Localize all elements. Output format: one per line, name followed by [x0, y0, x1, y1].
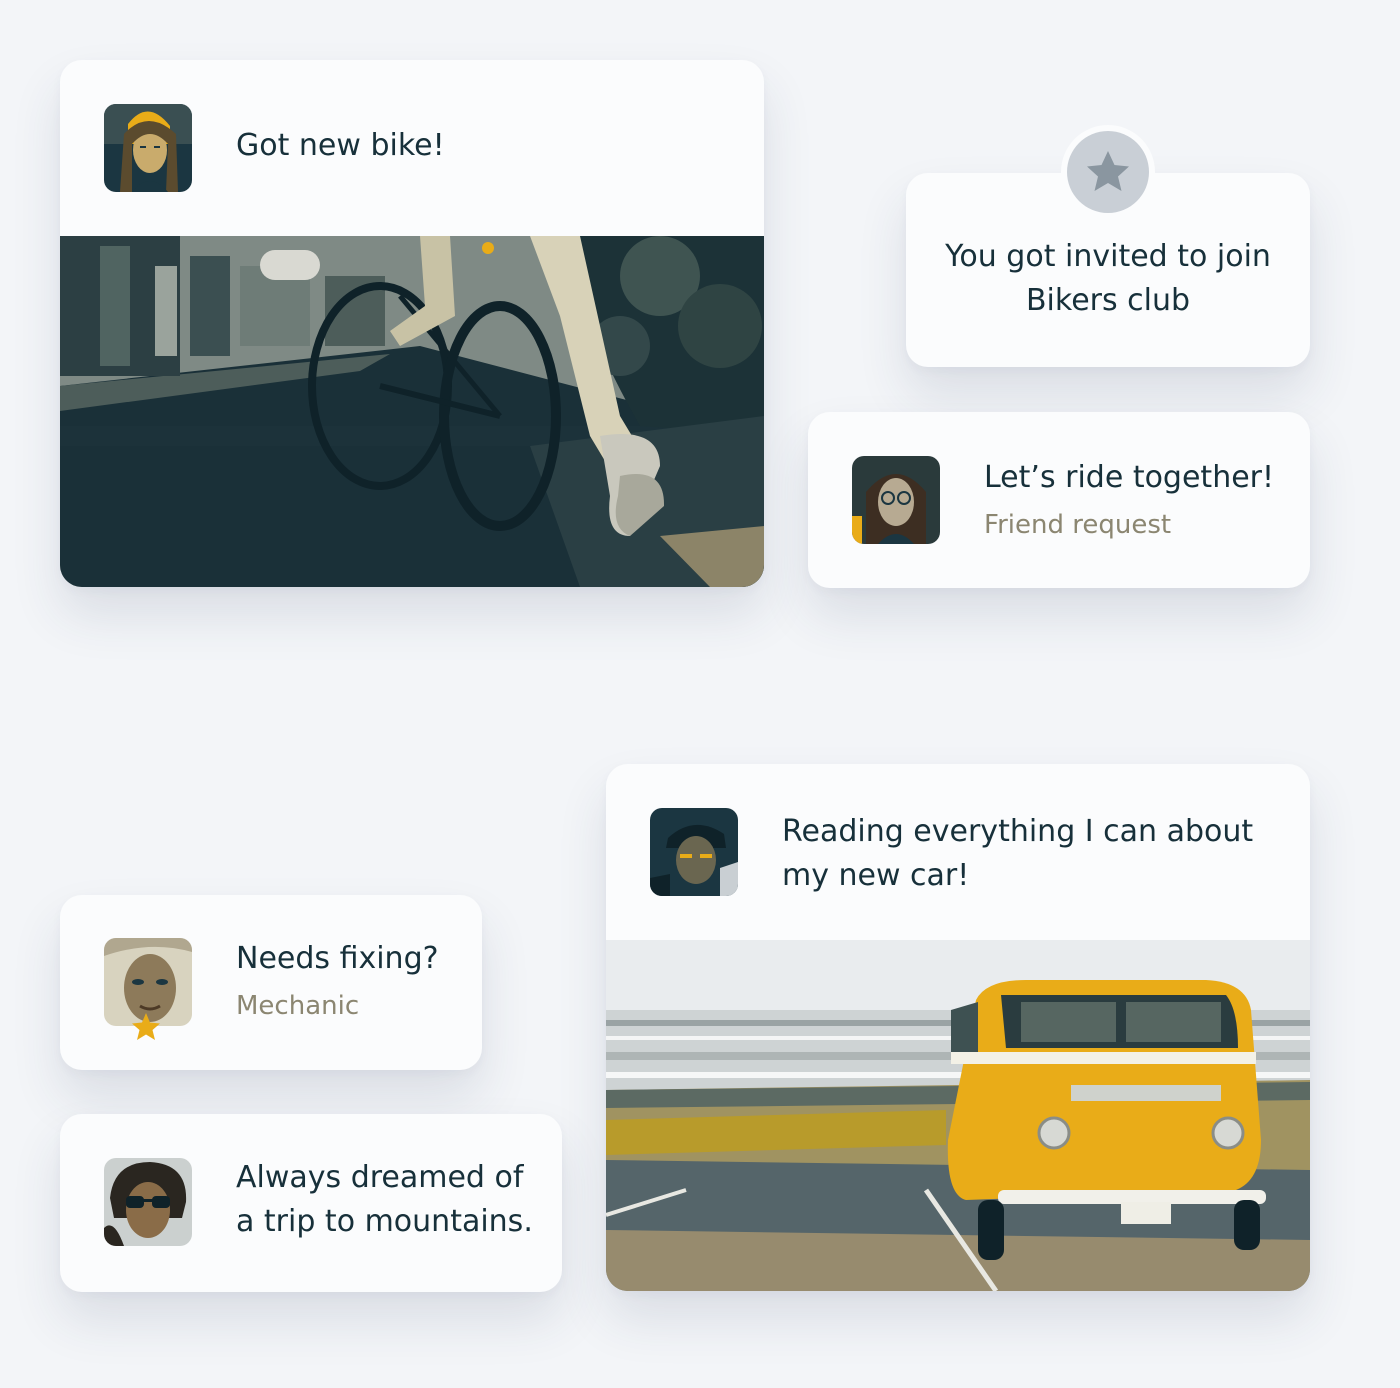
invite-badge — [1061, 125, 1155, 219]
avatar-man-cap[interactable] — [650, 808, 738, 896]
avatar-man-sunglasses[interactable] — [104, 1158, 192, 1246]
invite-text: You got invited to join Bikers club — [945, 239, 1271, 318]
bike-photo — [60, 236, 764, 587]
post-text: Got new bike! — [236, 128, 445, 163]
friend-request-card[interactable]: Let’s ride together! Friend request — [808, 412, 1310, 588]
dream-card[interactable]: Always dreamed of a trip to mountains. — [60, 1114, 562, 1292]
star-icon — [130, 1011, 162, 1043]
van-photo — [606, 940, 1310, 1291]
mechanic-subtitle: Mechanic — [236, 991, 360, 1021]
star-icon — [1067, 131, 1149, 213]
friend-request-subtitle: Friend request — [984, 510, 1172, 540]
dream-text: Always dreamed of a trip to mountains. — [236, 1160, 533, 1239]
post-card-bike[interactable]: Got new bike! — [60, 60, 764, 587]
post-text: Reading everything I can about my new ca… — [782, 814, 1254, 893]
mechanic-title: Needs fixing? — [236, 941, 439, 976]
mechanic-card[interactable]: Needs fixing? Mechanic — [60, 895, 482, 1070]
post-card-car[interactable]: Reading everything I can about my new ca… — [606, 764, 1310, 1291]
friend-request-title: Let’s ride together! — [984, 460, 1275, 495]
avatar-woman-glasses[interactable] — [852, 456, 940, 544]
avatar-woman-yellow[interactable] — [104, 104, 192, 192]
